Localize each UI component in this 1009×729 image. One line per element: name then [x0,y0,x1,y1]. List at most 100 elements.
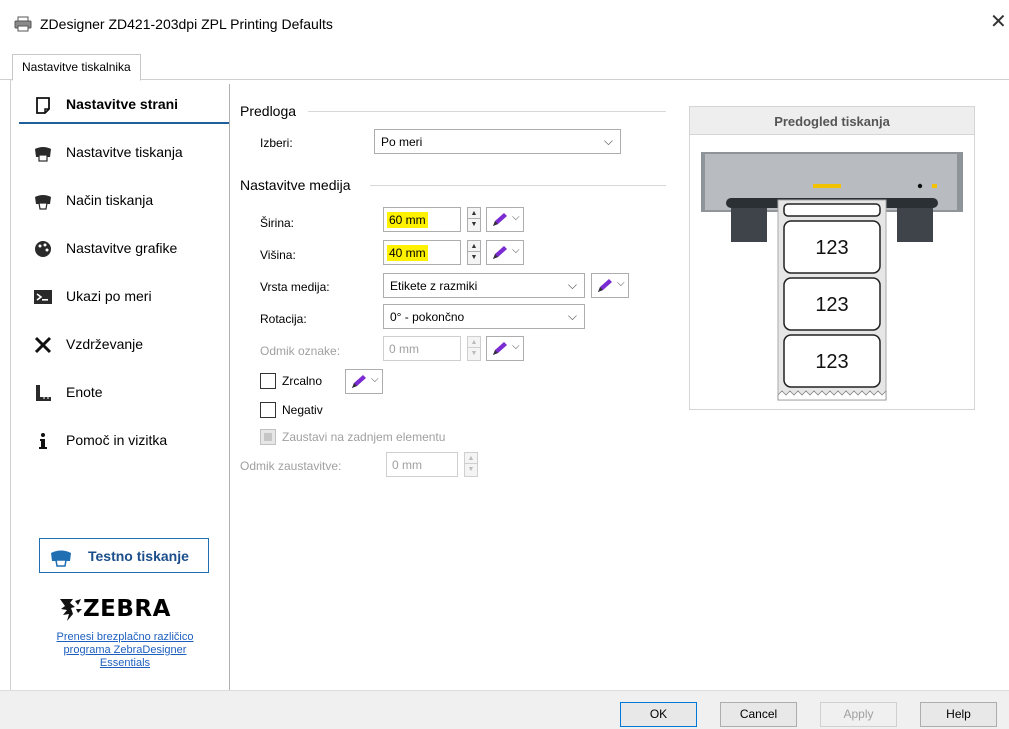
sidebar-item-label: Nastavitve tiskanja [66,144,183,160]
spin-up-icon[interactable]: ▲ [465,453,477,464]
stop-offset-label: Odmik zaustavitve: [240,459,342,473]
preview-header: Predogled tiskanja [690,107,974,135]
info-icon [39,433,47,449]
width-value: 60 mm [387,212,428,228]
printer-icon [51,550,71,567]
rotation-value: 0° - pokončno [390,310,465,324]
printer-led [813,184,841,188]
apply-button[interactable]: Apply [820,702,897,727]
label-offset-printer-setting-button[interactable]: ⌵ [486,336,524,361]
label-offset-input[interactable]: 0 mm [383,336,461,361]
sidebar-item-label: Nastavitve grafike [66,240,178,256]
free-version-link[interactable]: Prenesi brezplačno različico programa Ze… [27,631,223,670]
mirror-label: Zrcalno [282,374,323,388]
frame-border [10,80,11,720]
height-input[interactable]: 40 mm [383,240,461,265]
sidebar-item-label: Način tiskanja [66,192,154,208]
sidebar-item-custom-commands[interactable]: Ukazi po meri [19,276,229,316]
sidebar: Nastavitve strani Nastavitve tiskanja Na… [19,84,230,690]
pencil-icon [493,342,507,355]
sidebar-item-maintenance[interactable]: Vzdrževanje [19,324,229,364]
help-button[interactable]: Help [920,702,997,727]
rotation-select[interactable]: 0° - pokončno ⌵ [383,304,585,329]
chevron-down-icon: ⌵ [512,212,520,223]
stop-offset-input[interactable]: 0 mm [386,452,458,477]
width-label: Širina: [260,216,295,230]
print-preview-panel: Predogled tiskanja 123 123 123 [689,106,975,410]
pencil-icon [493,246,507,259]
cancel-button[interactable]: Cancel [720,702,797,727]
negative-checkbox[interactable]: Negativ [260,402,360,420]
media-type-select[interactable]: Etikete z razmiki ⌵ [383,273,585,298]
height-spinner[interactable]: ▲ ▼ [467,240,481,265]
sidebar-item-print-settings[interactable]: Nastavitve tiskanja [19,132,229,172]
template-select-value: Po meri [381,135,423,149]
command-prompt-icon [34,290,52,304]
chevron-down-icon: ⌵ [512,245,520,256]
height-label: Višina: [260,248,296,262]
sidebar-item-label: Pomoč in vizitka [66,432,168,448]
label-2-text: 123 [815,294,848,316]
sidebar-item-page-settings[interactable]: Nastavitve strani [19,84,229,124]
checkbox-box[interactable] [260,402,276,418]
sidebar-item-label: Ukazi po meri [66,288,152,304]
spin-down-icon[interactable]: ▼ [468,348,480,359]
height-printer-setting-button[interactable]: ⌵ [486,240,524,265]
label-offset-spinner[interactable]: ▲ ▼ [467,336,481,361]
group-divider [370,185,666,186]
mirror-printer-setting-button[interactable]: ⌵ [345,369,383,394]
page-icon [36,97,50,114]
title-bar: ZDesigner ZD421-203dpi ZPL Printing Defa… [0,0,1009,44]
pencil-icon [352,375,366,388]
spin-up-icon[interactable]: ▲ [468,337,480,348]
mirror-checkbox[interactable]: Zrcalno [260,373,350,391]
print-mode-icon [35,195,51,210]
tools-icon [34,336,52,354]
tab-printer-settings[interactable]: Nastavitve tiskalnika [12,54,141,81]
spin-down-icon[interactable]: ▼ [468,219,480,230]
test-print-button[interactable]: Testno tiskanje [39,538,209,573]
sidebar-item-label: Vzdrževanje [66,336,144,352]
label-partial [783,203,881,217]
zebra-head-icon [60,599,82,621]
label-3-text: 123 [815,351,848,373]
chevron-down-icon: ⌵ [567,309,577,323]
chevron-down-icon: ⌵ [512,341,520,352]
sidebar-item-label: Nastavitve strani [66,96,179,112]
spin-up-icon[interactable]: ▲ [468,241,480,252]
spin-down-icon[interactable]: ▼ [465,464,477,475]
sidebar-item-units[interactable]: Enote [19,372,229,412]
label-offset-value: 0 mm [389,342,419,356]
spin-up-icon[interactable]: ▲ [468,208,480,219]
spin-down-icon[interactable]: ▼ [468,252,480,263]
sidebar-item-help-about[interactable]: Pomoč in vizitka [19,420,229,460]
width-spinner[interactable]: ▲ ▼ [467,207,481,232]
stop-at-last-checkbox[interactable]: Zaustavi na zadnjem elementu [260,429,490,447]
checkbox-box[interactable] [260,429,276,445]
pencil-icon [598,279,612,292]
sidebar-item-print-mode[interactable]: Način tiskanja [19,180,229,220]
height-value: 40 mm [387,245,428,261]
media-type-printer-setting-button[interactable]: ⌵ [591,273,629,298]
tab-strip: Nastavitve tiskalnika [0,44,1009,81]
printer-button [917,183,923,189]
ok-button[interactable]: OK [620,702,697,727]
width-printer-setting-button[interactable]: ⌵ [486,207,524,232]
checkbox-box[interactable] [260,373,276,389]
media-group-title: Nastavitve medija [240,177,351,193]
stop-at-last-label: Zaustavi na zadnjem elementu [282,430,446,444]
negative-label: Negativ [282,403,323,417]
chevron-down-icon: ⌵ [371,374,379,385]
printer-icon [35,147,51,162]
group-divider [308,111,666,112]
template-select[interactable]: Po meri ⌵ [374,129,621,154]
close-icon[interactable]: ✕ [990,12,1007,32]
sidebar-item-graphics-settings[interactable]: Nastavitve grafike [19,228,229,268]
window-title: ZDesigner ZD421-203dpi ZPL Printing Defa… [40,16,333,32]
width-input[interactable]: 60 mm [383,207,461,232]
template-select-label: Izberi: [260,136,293,150]
label-offset-label: Odmik oznake: [260,344,341,358]
media-type-label: Vrsta medija: [260,280,330,294]
chevron-down-icon: ⌵ [567,278,577,292]
stop-offset-spinner[interactable]: ▲ ▼ [464,452,478,477]
